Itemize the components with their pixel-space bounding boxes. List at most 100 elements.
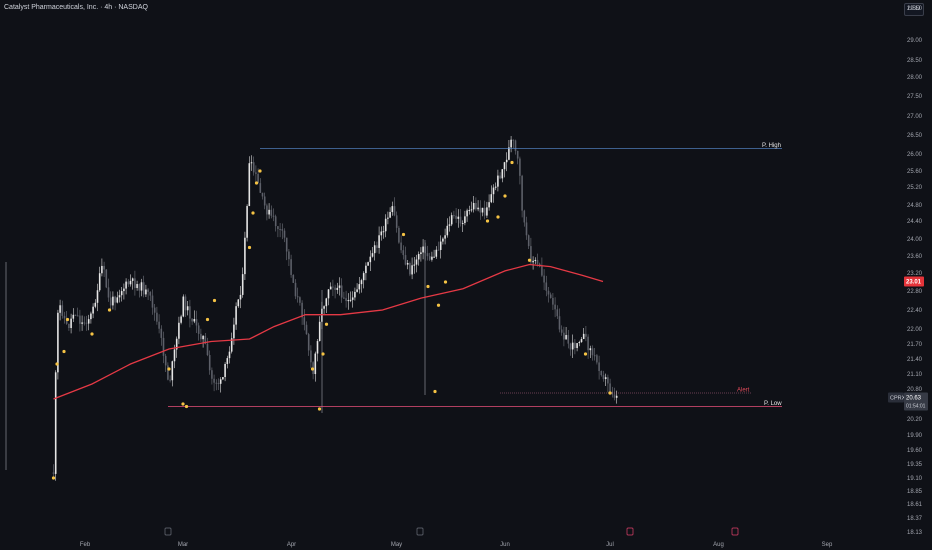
candle-body — [554, 304, 556, 310]
dividend-icon[interactable] — [416, 527, 424, 536]
candle-body — [252, 162, 255, 173]
candle-body — [349, 299, 352, 301]
candle-body — [512, 139, 515, 141]
candle-body — [431, 256, 433, 260]
moving-average-line — [53, 263, 604, 400]
dividend-icon[interactable] — [164, 527, 172, 536]
candle-body — [598, 362, 600, 372]
candle-body — [578, 342, 581, 344]
candle-body — [510, 139, 512, 148]
candle-body — [314, 353, 317, 375]
price-chart[interactable]: 29.50 29.00 28.50 28.00 27.50 27.00 26.50 26.00… — [0, 0, 932, 550]
candle-body — [448, 224, 451, 226]
candle-body — [343, 297, 345, 299]
candle-body — [184, 296, 187, 311]
candle-body — [420, 252, 422, 255]
candle-body — [200, 333, 202, 340]
signal-dot — [485, 219, 490, 223]
signal-dot — [310, 367, 315, 371]
candle-body — [180, 316, 182, 323]
x-tick-label: Jun — [500, 542, 510, 548]
candle-body — [389, 212, 391, 218]
y-tick-label: 26.50 — [907, 133, 923, 139]
candle-body — [153, 307, 156, 313]
candle-body — [563, 332, 565, 340]
candle-body — [519, 158, 521, 176]
earnings-icon[interactable] — [626, 527, 634, 536]
candle-body — [186, 306, 189, 311]
y-tick-label: 20.20 — [907, 417, 923, 423]
y-tick-label: 23.20 — [907, 271, 923, 277]
signal-dot — [167, 367, 171, 371]
candle-body — [120, 291, 123, 296]
candle-body — [545, 282, 548, 291]
candle-body — [85, 322, 88, 324]
candle-body — [283, 230, 286, 238]
x-tick-label: Sep — [822, 542, 833, 548]
candle-body — [336, 287, 339, 290]
candle-body — [59, 305, 61, 313]
candle-body — [615, 395, 618, 398]
chart-window: Catalyst Pharmaceuticals, Inc. · 4h · NA… — [0, 0, 932, 550]
candle-body — [208, 355, 211, 371]
candle-body — [378, 235, 380, 248]
candle-body — [488, 202, 490, 208]
candle-body — [455, 215, 457, 219]
candle-body — [94, 302, 97, 307]
candle-body — [613, 394, 616, 398]
candle-body — [505, 159, 508, 163]
candle-body — [501, 169, 504, 179]
x-tick-label: Aug — [713, 542, 724, 548]
candle-body — [541, 266, 543, 276]
candle-body — [439, 241, 442, 250]
previous-high-label: P. High — [762, 143, 781, 149]
candle-body — [444, 235, 446, 239]
candle-body — [334, 287, 336, 290]
candle-body — [481, 207, 484, 213]
candle-body — [422, 246, 424, 253]
candle-body — [521, 175, 523, 211]
candle-body — [54, 372, 57, 474]
candle-body — [565, 335, 567, 340]
candle-body — [92, 306, 94, 314]
alert-label: Alert — [737, 388, 750, 394]
candle-body — [182, 296, 185, 317]
candle-body — [68, 323, 70, 329]
countdown-label: 01:54:01 — [906, 404, 926, 410]
candle-body — [351, 297, 354, 300]
candle-body — [294, 282, 297, 297]
y-tick-label: 25.60 — [907, 169, 923, 175]
candle-body — [288, 251, 290, 260]
candle-body — [307, 334, 310, 351]
candle-body — [477, 207, 479, 210]
candle-body — [413, 264, 416, 266]
candle-body — [382, 231, 385, 233]
candle-body — [525, 222, 528, 236]
candle-body — [246, 206, 248, 238]
earnings-icon[interactable] — [731, 527, 739, 536]
candle-body — [327, 289, 330, 299]
candle-body — [426, 253, 429, 257]
candle-body — [437, 249, 440, 251]
candle-body — [325, 298, 328, 307]
candle-body — [160, 328, 163, 338]
y-tick-label: 18.37 — [907, 516, 923, 522]
candle-body — [593, 355, 596, 357]
candle-body — [468, 210, 471, 212]
candle-body — [345, 298, 347, 301]
candle-body — [217, 382, 220, 384]
candle-body — [98, 273, 101, 291]
candle-body — [360, 280, 363, 285]
signal-dot — [426, 284, 430, 289]
signal-dot — [436, 303, 441, 307]
candle-body — [602, 375, 605, 380]
candle-body — [338, 285, 341, 288]
candle-body — [171, 361, 174, 381]
candle-body — [70, 318, 72, 329]
candle-body — [585, 333, 587, 337]
candle-body — [362, 273, 365, 281]
candle-body — [534, 259, 537, 261]
candle-body — [475, 202, 477, 210]
y-tick-label: 27.00 — [907, 114, 923, 120]
candle-body — [103, 265, 105, 270]
